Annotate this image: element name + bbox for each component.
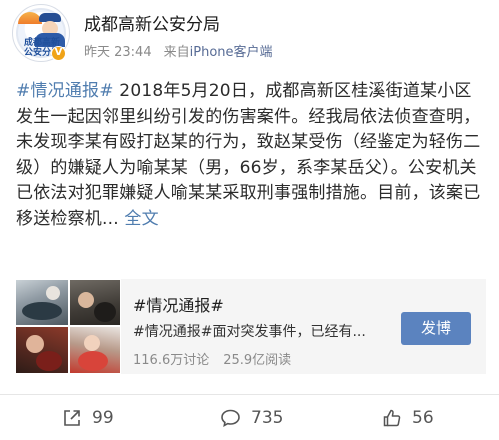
- repost-icon: [64, 409, 80, 426]
- post-source: 来自iPhone客户端: [164, 45, 273, 60]
- account-name[interactable]: 成都高新公安分局: [84, 10, 220, 35]
- like-button[interactable]: 56: [382, 395, 434, 440]
- comment-icon: [221, 409, 240, 427]
- topic-card-description: #情况通报#面对突发事件，已经有...: [133, 324, 366, 340]
- like-count: 56: [412, 407, 434, 428]
- post-header: 成都高新 公安分局 V 成都高新公安分局 昨天 23:44 来自iPhone客户端: [0, 0, 499, 70]
- thumbnail-photo-4: [70, 327, 120, 373]
- discussion-count: 116.6万讨论: [133, 353, 210, 368]
- post-body-text: 2018年5月20日，成都高新区桂溪街道某小区发生一起因邻里纠纷引发的伤害案件。…: [16, 81, 481, 229]
- post-button[interactable]: 发博: [401, 312, 471, 345]
- topic-card[interactable]: #情况通报# #情况通报#面对突发事件，已经有... 116.6万讨论 25.9亿…: [13, 279, 486, 374]
- verified-badge-icon: V: [51, 46, 66, 61]
- thumbnail-photo-2: [70, 280, 120, 325]
- expand-full-text-link[interactable]: 全文: [124, 209, 158, 229]
- like-icon: [383, 409, 401, 426]
- topic-card-title: #情况通报#: [133, 296, 224, 315]
- source-prefix: 来自: [163, 45, 190, 60]
- post-hashtag-link[interactable]: #情况通报#: [16, 81, 114, 101]
- repost-count: 99: [92, 407, 114, 428]
- comment-button[interactable]: 735: [220, 395, 283, 440]
- post-time: 昨天 23:44: [84, 45, 152, 60]
- thumbnail-photo-1: [16, 280, 68, 325]
- post-meta: 昨天 23:44 来自iPhone客户端: [84, 41, 273, 60]
- repost-button[interactable]: 99: [62, 395, 114, 440]
- action-bar: 99 735 56: [0, 395, 499, 440]
- post-body: #情况通报# 2018年5月20日，成都高新区桂溪街道某小区发生一起因邻里纠纷引…: [16, 79, 486, 232]
- comment-count: 735: [251, 407, 284, 428]
- topic-thumbnail: [13, 279, 121, 374]
- thumbnail-photo-3: [16, 327, 68, 373]
- read-count: 25.9亿阅读: [223, 353, 292, 368]
- source-name-link[interactable]: iPhone客户端: [190, 45, 273, 60]
- topic-card-stats: 116.6万讨论 25.9亿阅读: [133, 349, 291, 368]
